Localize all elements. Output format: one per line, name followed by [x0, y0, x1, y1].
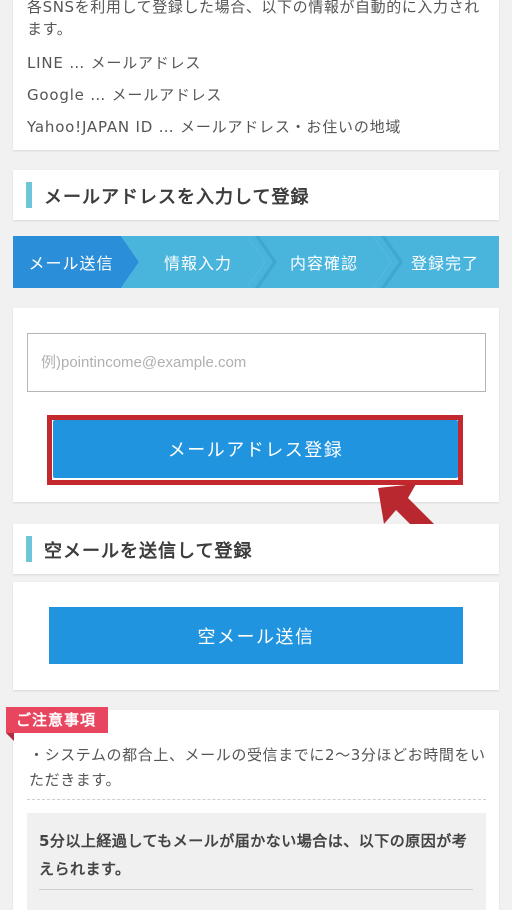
sns-intro-text: 各SNSを利用して登録した場合、以下の情報が自動的に入力されます。 — [27, 0, 480, 38]
empty-mail-heading: 空メールを送信して登録 — [13, 524, 499, 574]
notice-card: ・システムの都合上、メールの受信までに2〜3分ほどお時間をいただきます。 5分以… — [13, 710, 499, 910]
notice-sub-box: 5分以上経過してもメールが届かない場合は、以下の原因が考えられます。 — [27, 813, 486, 910]
step-send-mail: メール送信 — [13, 236, 139, 288]
step-label: 内容確認 — [289, 254, 358, 273]
sns-item-google: Google … メールアドレス — [27, 86, 223, 104]
step-label: メール送信 — [28, 254, 114, 273]
notice-sub-text: 5分以上経過してもメールが届かない場合は、以下の原因が考えられます。 — [39, 832, 468, 878]
step-complete: 登録完了 — [373, 236, 499, 288]
sns-item-yahoo: Yahoo!JAPAN ID … メールアドレス・お住いの地域 — [27, 118, 402, 136]
notice-divider — [27, 799, 486, 800]
email-register-heading: メールアドレスを入力して登録 — [13, 170, 499, 220]
email-form-card: メールアドレス登録 — [13, 308, 499, 502]
empty-mail-title: 空メールを送信して登録 — [44, 541, 253, 562]
email-input[interactable] — [27, 333, 486, 392]
sns-info-card: 各SNSを利用して登録した場合、以下の情報が自動的に入力されます。 LINE …… — [13, 0, 499, 150]
step-label: 登録完了 — [410, 254, 479, 273]
registration-steps: メール送信 情報入力 内容確認 登録完了 — [13, 236, 499, 288]
notice-tag-fold — [6, 733, 14, 741]
notice-sub-divider — [39, 889, 473, 890]
notice-text: ・システムの都合上、メールの受信までに2〜3分ほどお時間をいただきます。 — [29, 746, 486, 789]
sns-item-line: LINE … メールアドレス — [27, 54, 202, 72]
email-register-title: メールアドレスを入力して登録 — [44, 187, 310, 208]
step-confirm: 内容確認 — [247, 236, 391, 288]
heading-accent-bar — [26, 536, 32, 562]
notice-tag: ご注意事項 — [6, 707, 109, 733]
empty-mail-button[interactable]: 空メール送信 — [49, 607, 463, 664]
heading-accent-bar — [26, 182, 32, 208]
step-enter-info: 情報入力 — [121, 236, 265, 288]
highlight-frame — [47, 415, 463, 485]
step-label: 情報入力 — [163, 254, 232, 273]
empty-mail-card: 空メール送信 — [13, 582, 499, 690]
